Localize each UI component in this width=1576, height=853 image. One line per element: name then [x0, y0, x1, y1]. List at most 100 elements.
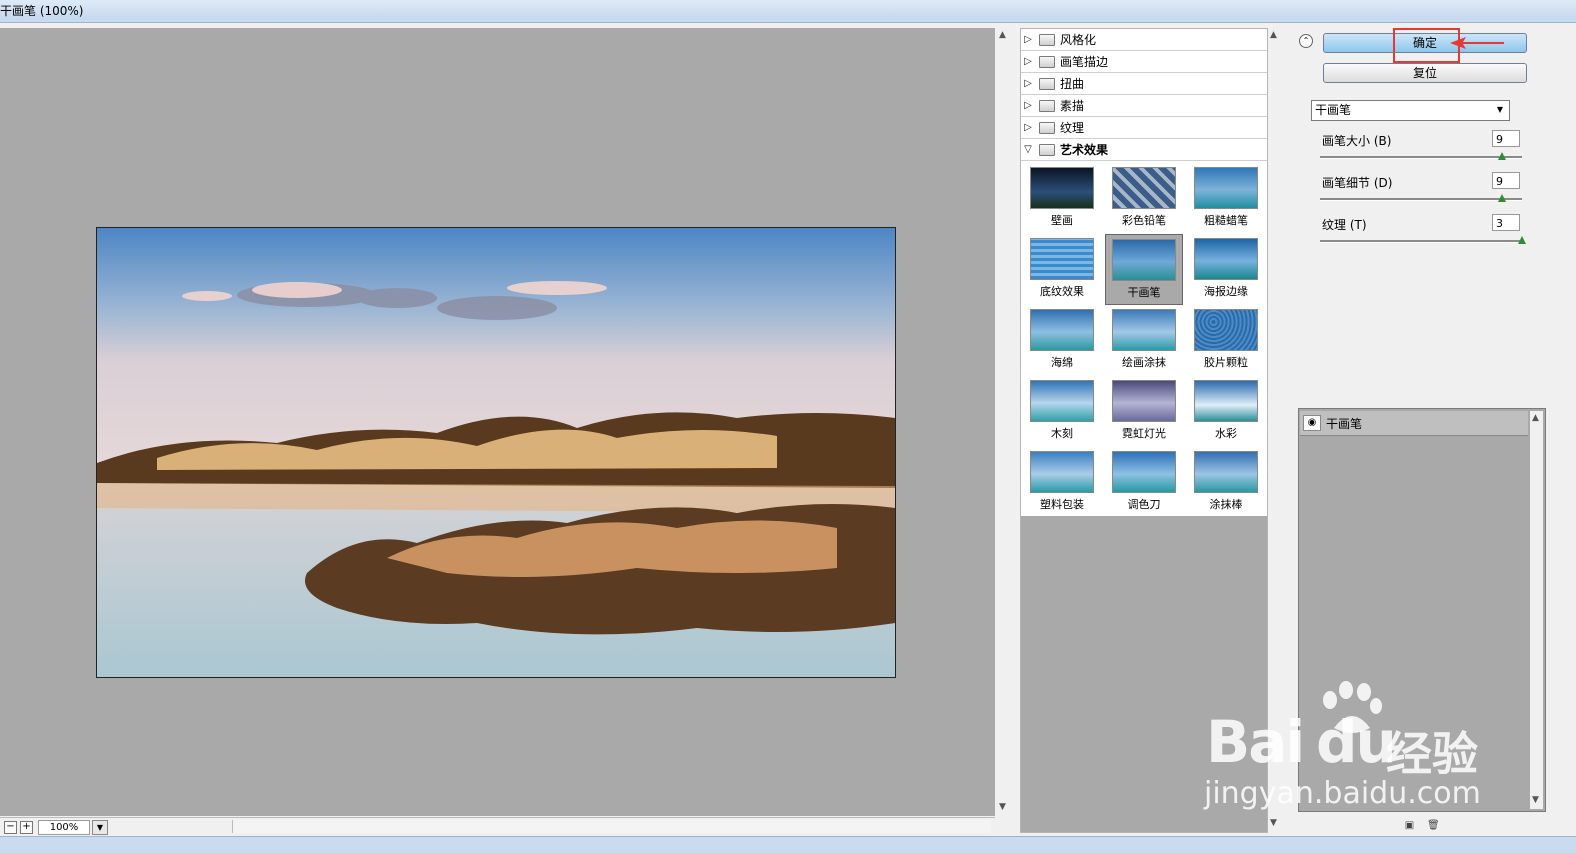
- thumbnail-image: [1112, 451, 1176, 493]
- thumbnail-image: [1112, 239, 1176, 281]
- landscape-painting-image: [97, 228, 895, 677]
- thumb-label: 彩色铅笔: [1122, 214, 1166, 227]
- thumb-label: 涂抹棒: [1209, 498, 1243, 511]
- thumbnail-image: [1030, 167, 1094, 209]
- category-brush-strokes[interactable]: ▷ 画笔描边: [1021, 51, 1267, 73]
- window-title: 干画笔 (100%): [0, 4, 84, 18]
- thumb-label: 塑料包装: [1040, 498, 1084, 511]
- gallery-scrollbar[interactable]: ▲ ▼: [1268, 28, 1282, 832]
- preview-area[interactable]: [0, 28, 995, 816]
- brush-size-knob[interactable]: [1497, 152, 1506, 160]
- thumbnail-image: [1030, 451, 1094, 493]
- preview-horizontal-scrollbar[interactable]: [232, 820, 991, 833]
- thumb-palette-knife[interactable]: 调色刀: [1103, 447, 1185, 518]
- expand-arrow-icon[interactable]: ▷: [1021, 100, 1035, 111]
- texture-input[interactable]: 3: [1492, 214, 1520, 231]
- preview-vertical-scrollbar[interactable]: ▲ ▼: [997, 28, 1011, 816]
- expand-arrow-icon[interactable]: ▷: [1021, 78, 1035, 89]
- expand-arrow-icon[interactable]: ▷: [1021, 56, 1035, 67]
- thumbnail-image: [1030, 380, 1094, 422]
- category-label: 画笔描边: [1060, 55, 1109, 69]
- effect-layer-row[interactable]: ◉ 干画笔: [1300, 411, 1528, 436]
- category-sketch[interactable]: ▷ 素描: [1021, 95, 1267, 117]
- zoom-level[interactable]: 100%: [38, 820, 90, 835]
- collapse-arrow-icon[interactable]: ▽: [1021, 144, 1035, 155]
- category-artistic[interactable]: ▽ 艺术效果: [1021, 139, 1267, 161]
- brush-size-input[interactable]: 9: [1492, 130, 1520, 147]
- thumbnail-image: [1194, 238, 1258, 280]
- zoom-dropdown-icon[interactable]: ▼: [92, 820, 108, 835]
- trash-icon[interactable]: 🗑: [1427, 820, 1440, 831]
- thumb-smudge-stick[interactable]: 涂抹棒: [1185, 447, 1267, 518]
- filter-select-value: 干画笔: [1315, 103, 1352, 117]
- thumb-fresco[interactable]: 壁画: [1021, 163, 1103, 234]
- thumbnail-image: [1194, 309, 1258, 351]
- thumb-sponge[interactable]: 海绵: [1021, 305, 1103, 376]
- eye-icon[interactable]: ◉: [1303, 415, 1321, 431]
- open-folder-icon: [1039, 143, 1055, 156]
- thumb-paint-daubs[interactable]: 绘画涂抹: [1103, 305, 1185, 376]
- preview-image: [96, 227, 896, 678]
- brush-detail-slider[interactable]: [1320, 198, 1522, 201]
- expand-arrow-icon[interactable]: ▷: [1021, 122, 1035, 133]
- scroll-down-icon[interactable]: ▼: [1532, 795, 1539, 805]
- thumbnail-image: [1112, 167, 1176, 209]
- thumb-rough-pastels[interactable]: 粗糙蜡笔: [1185, 163, 1267, 234]
- expand-arrow-icon[interactable]: ▷: [1021, 34, 1035, 45]
- scroll-down-icon[interactable]: ▼: [1270, 818, 1277, 828]
- scroll-down-icon[interactable]: ▼: [999, 802, 1006, 812]
- thumbnail-image: [1112, 380, 1176, 422]
- thumb-cutout[interactable]: 木刻: [1021, 376, 1103, 447]
- brush-detail-knob[interactable]: [1497, 194, 1506, 202]
- folder-icon: [1039, 121, 1055, 134]
- category-stylize[interactable]: ▷ 风格化: [1021, 29, 1267, 51]
- effect-layer-label: 干画笔: [1326, 417, 1363, 431]
- new-effect-layer-icon[interactable]: ▣: [1404, 820, 1415, 831]
- layers-scrollbar[interactable]: ▲ ▼: [1530, 411, 1543, 809]
- thumb-label: 海报边缘: [1204, 285, 1248, 298]
- thumb-plastic-wrap[interactable]: 塑料包装: [1021, 447, 1103, 518]
- brush-detail-input[interactable]: 9: [1492, 172, 1520, 189]
- reset-button[interactable]: 复位: [1323, 63, 1527, 83]
- thumbnail-image: [1030, 238, 1094, 280]
- thumb-poster-edges[interactable]: 海报边缘: [1185, 234, 1267, 305]
- scroll-up-icon[interactable]: ▲: [999, 30, 1006, 40]
- zoom-in-button[interactable]: +: [20, 821, 33, 834]
- filter-select[interactable]: 干画笔 ▼: [1311, 100, 1510, 121]
- category-texture[interactable]: ▷ 纹理: [1021, 117, 1267, 139]
- thumb-label: 胶片颗粒: [1204, 356, 1248, 369]
- thumb-colored-pencil[interactable]: 彩色铅笔: [1103, 163, 1185, 234]
- texture-knob[interactable]: [1518, 236, 1526, 244]
- filter-thumbnails: 壁画 彩色铅笔 粗糙蜡笔 底纹效果 干画笔 海报边缘 海绵 绘画涂抹 胶片颗粒 …: [1021, 161, 1267, 518]
- chevron-down-icon[interactable]: ▼: [1493, 103, 1507, 117]
- texture-slider[interactable]: [1320, 240, 1522, 243]
- thumb-label: 霓虹灯光: [1122, 427, 1166, 440]
- collapse-gallery-icon[interactable]: ⌃: [1299, 34, 1313, 48]
- thumb-underpainting[interactable]: 底纹效果: [1021, 234, 1103, 305]
- zoom-bar: − + 100% ▼: [0, 817, 995, 836]
- category-label: 风格化: [1060, 33, 1097, 47]
- scroll-up-icon[interactable]: ▲: [1270, 30, 1277, 40]
- category-label: 扭曲: [1060, 77, 1085, 91]
- thumb-label: 底纹效果: [1040, 285, 1084, 298]
- brush-size-label: 画笔大小 (B): [1322, 134, 1392, 148]
- category-distort[interactable]: ▷ 扭曲: [1021, 73, 1267, 95]
- window-bottom-edge: [0, 836, 1576, 853]
- brush-size-slider[interactable]: [1320, 156, 1522, 159]
- thumb-film-grain[interactable]: 胶片颗粒: [1185, 305, 1267, 376]
- thumb-neon-glow[interactable]: 霓虹灯光: [1103, 376, 1185, 447]
- texture-label: 纹理 (T): [1322, 218, 1367, 232]
- thumbnail-image: [1194, 380, 1258, 422]
- thumb-label: 粗糙蜡笔: [1204, 214, 1248, 227]
- thumb-label: 调色刀: [1127, 498, 1161, 511]
- folder-icon: [1039, 77, 1055, 90]
- scroll-up-icon[interactable]: ▲: [1532, 413, 1539, 423]
- folder-icon: [1039, 55, 1055, 68]
- zoom-out-button[interactable]: −: [4, 821, 17, 834]
- thumb-watercolor[interactable]: 水彩: [1185, 376, 1267, 447]
- title-bar: 干画笔 (100%): [0, 0, 1576, 20]
- filter-gallery: ▷ 风格化 ▷ 画笔描边 ▷ 扭曲 ▷ 素描 ▷ 纹理 ▽ 艺术效果 壁画 彩色铅笔 粗糙蜡…: [1020, 28, 1268, 518]
- category-label: 素描: [1060, 99, 1085, 113]
- thumb-label: 绘画涂抹: [1122, 356, 1166, 369]
- thumb-dry-brush[interactable]: 干画笔: [1105, 234, 1183, 305]
